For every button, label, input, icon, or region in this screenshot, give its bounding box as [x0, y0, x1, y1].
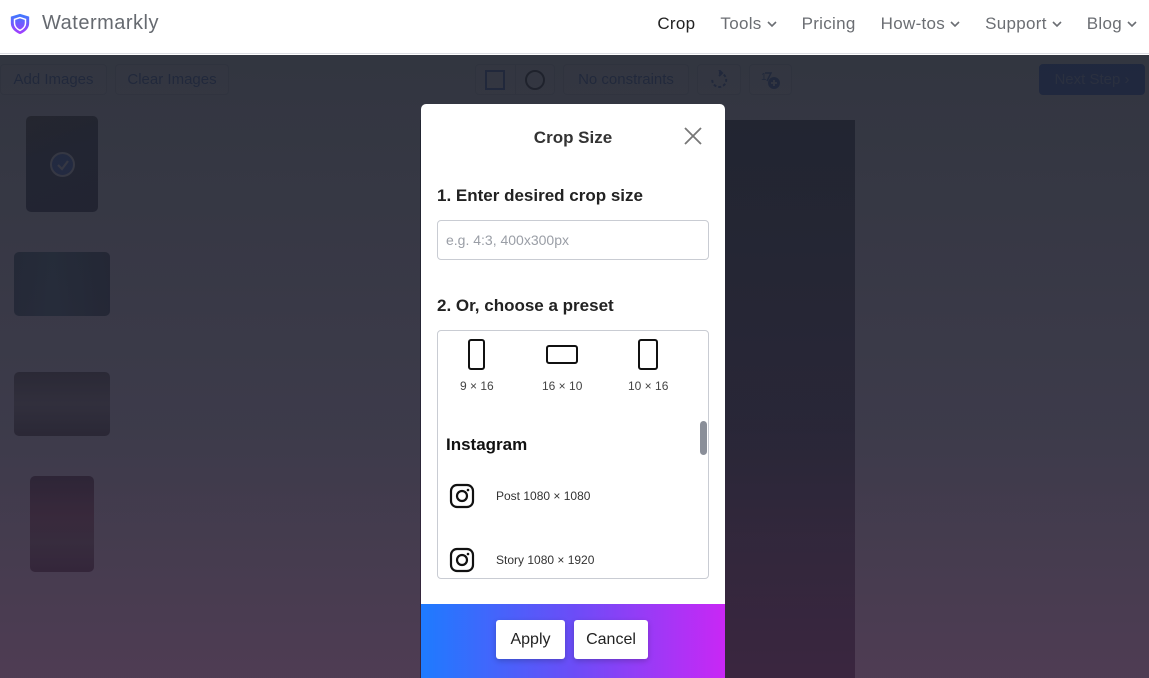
nav-blog[interactable]: Blog — [1087, 14, 1137, 34]
shield-logo-icon — [10, 13, 30, 34]
apply-button[interactable]: Apply — [496, 620, 565, 659]
close-icon[interactable] — [684, 127, 702, 145]
preset-ratio-9x16[interactable]: 9 × 16 — [460, 339, 494, 393]
crop-size-dialog: Crop Size 1. Enter desired crop size 2. … — [421, 104, 725, 678]
brand-name: Watermarkly — [42, 12, 159, 34]
preset-list-scrollbar[interactable] — [700, 421, 707, 455]
ratio-label: 10 × 16 — [628, 379, 669, 393]
nav-label: Blog — [1086, 14, 1122, 33]
ratio-label: 9 × 16 — [460, 379, 494, 393]
preset-list: 9 × 16 16 × 10 10 × 16 Instagram Post 10… — [437, 330, 709, 579]
cancel-button[interactable]: Cancel — [574, 620, 648, 659]
nav-label: Crop — [657, 14, 696, 33]
instagram-icon — [449, 547, 475, 573]
nav-label: Tools — [720, 14, 762, 33]
nav-how-tos[interactable]: How-tos — [881, 14, 960, 34]
ratio-label: 16 × 10 — [542, 379, 583, 393]
chevron-down-icon — [1052, 21, 1062, 28]
portrait-ratio-icon — [468, 339, 486, 370]
portrait-ratio-icon — [638, 339, 659, 370]
main-nav: Crop Tools Pricing How-tos Support Blog — [632, 14, 1137, 34]
nav-label: Pricing — [801, 14, 856, 33]
preset-label: Post 1080 × 1080 — [496, 489, 591, 503]
preset-label: Story 1080 × 1920 — [496, 553, 595, 567]
preset-instagram-story[interactable]: Story 1080 × 1920 — [448, 546, 594, 574]
dialog-footer: Apply Cancel — [421, 604, 725, 678]
chevron-down-icon — [767, 21, 777, 28]
top-header: Watermarkly Crop Tools Pricing How-tos S… — [0, 0, 1149, 54]
landscape-ratio-icon — [546, 345, 579, 364]
nav-pricing[interactable]: Pricing — [802, 14, 856, 34]
crop-size-input[interactable] — [437, 220, 709, 260]
instagram-icon — [449, 483, 475, 509]
preset-instagram-post[interactable]: Post 1080 × 1080 — [448, 482, 590, 510]
nav-tools[interactable]: Tools — [720, 14, 777, 34]
preset-section-instagram: Instagram — [446, 435, 528, 454]
step1-label: 1. Enter desired crop size — [437, 186, 643, 205]
nav-label: Support — [985, 14, 1047, 33]
chevron-down-icon — [1127, 21, 1137, 28]
step2-label: 2. Or, choose a preset — [437, 296, 614, 315]
chevron-down-icon — [950, 21, 960, 28]
preset-ratio-16x10[interactable]: 16 × 10 — [542, 339, 582, 393]
brand-logo[interactable]: Watermarkly — [9, 12, 159, 35]
preset-ratio-10x16[interactable]: 10 × 16 — [628, 339, 668, 393]
dialog-title: Crop Size — [533, 128, 613, 147]
nav-crop[interactable]: Crop — [657, 14, 695, 34]
nav-label: How-tos — [880, 14, 946, 33]
nav-support[interactable]: Support — [985, 14, 1062, 34]
